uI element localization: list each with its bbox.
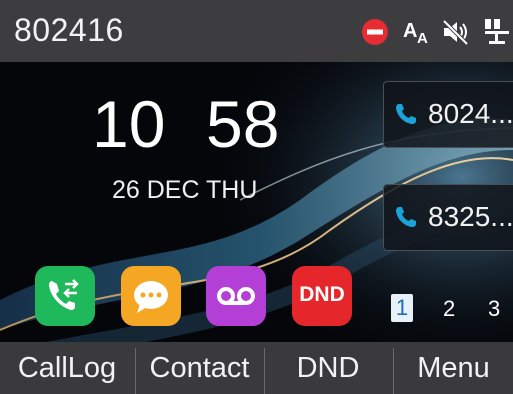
calllog-softkey[interactable]: CallLog	[0, 342, 134, 394]
voicemail-app[interactable]	[206, 266, 266, 326]
svg-text:A: A	[403, 20, 417, 42]
page-3-indicator[interactable]: 3	[488, 296, 500, 322]
phone-transfer-icon	[49, 279, 79, 310]
status-bar: 802416 A A	[0, 0, 513, 62]
dnd-app-label: DND	[299, 283, 345, 306]
page-1-indicator[interactable]: 1	[391, 294, 413, 322]
date: 26 DEC THU	[112, 176, 258, 204]
font-size-icon: A A	[403, 20, 428, 47]
dnd-softkey[interactable]: DND	[265, 342, 391, 394]
contact-softkey[interactable]: Contact	[136, 342, 263, 394]
phone-icon	[396, 207, 416, 227]
account-1-number: 8024...	[428, 98, 513, 129]
clock-hour: 10	[92, 87, 166, 161]
network-icon	[485, 19, 509, 44]
messages-app[interactable]	[121, 266, 181, 326]
dnd-app[interactable]: DND	[292, 266, 352, 326]
chat-bubble-icon	[134, 281, 168, 313]
menu-softkey[interactable]: Menu	[394, 342, 513, 394]
svg-text:A: A	[417, 30, 428, 47]
extension-number: 802416	[14, 12, 124, 48]
phone-icon	[396, 104, 416, 124]
voicemail-icon	[217, 287, 255, 305]
account-2-number: 8325...	[428, 201, 513, 232]
account-line-2[interactable]: 8325...	[383, 184, 513, 251]
mute-icon	[442, 19, 469, 46]
clock-minute: 58	[206, 87, 280, 161]
phone-screen: 802416 A A 10 58 26 DEC THU 8024... 8325…	[0, 0, 513, 394]
call-log-app[interactable]	[35, 266, 95, 326]
account-line-1[interactable]: 8024...	[383, 81, 513, 148]
dnd-status-icon	[362, 19, 388, 45]
page-2-indicator[interactable]: 2	[443, 296, 455, 322]
softkey-bar: CallLog Contact DND Menu	[0, 342, 513, 394]
clock: 10 58	[92, 86, 302, 162]
